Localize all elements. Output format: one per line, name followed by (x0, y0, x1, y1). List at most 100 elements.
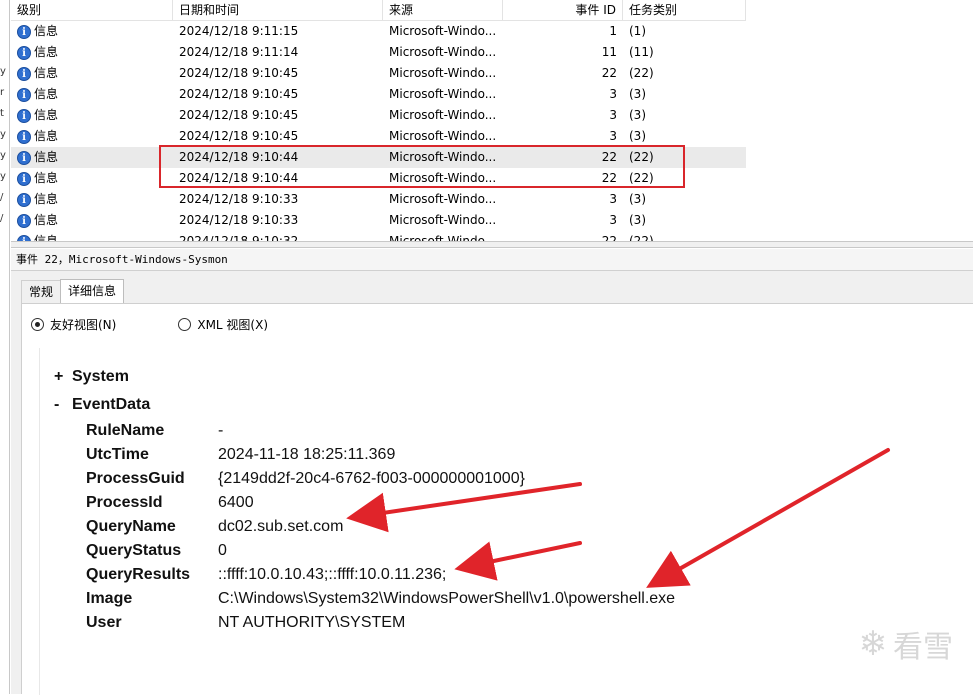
column-header-date[interactable]: 日期和时间 (173, 0, 383, 21)
cell-task: (3) (629, 129, 646, 143)
cell-task: (22) (629, 234, 654, 241)
pane-splitter[interactable] (11, 241, 973, 248)
level-text: 信息 (34, 45, 59, 59)
cell-date: 2024/12/18 9:10:45 (179, 129, 299, 143)
highlight-box (159, 145, 685, 188)
tab-details[interactable]: 详细信息 (60, 279, 125, 304)
column-header-task[interactable]: 任务类别 (623, 0, 746, 21)
level-text: 信息 (34, 87, 59, 101)
cell-source: Microsoft-Windo... (389, 87, 497, 101)
event-rows: i 信息 2024/12/18 9:11:15 Microsoft-Windo... 1… (11, 21, 746, 241)
cell-event-id: 11 (601, 45, 617, 59)
field-row: Image C:\Windows\System32\WindowsPowerShe… (86, 590, 675, 614)
cell-level: i信息 (11, 147, 173, 168)
cell-task: (22) (629, 66, 654, 80)
friendly-view: + System - EventData RuleName - UtcTime 2024-… (39, 348, 973, 695)
info-icon: i (17, 150, 31, 165)
info-icon: i (17, 171, 31, 186)
field-key: QueryName (86, 518, 176, 535)
cell-task: (3) (629, 108, 646, 122)
level-text: 信息 (34, 150, 59, 164)
column-header-event-id[interactable]: 事件 ID (503, 0, 623, 21)
radio-friendly-label: 友好视图(N) (50, 317, 117, 332)
eventdata-label: EventData (72, 396, 151, 413)
field-row: ProcessId 6400 (86, 494, 254, 518)
level-text: 信息 (34, 234, 59, 241)
cell-source: Microsoft-Windo... (389, 66, 497, 80)
table-row[interactable]: i 信息 2024/12/18 9:11:15 Microsoft-Windo... 1… (11, 21, 746, 42)
radio-friendly-view[interactable]: 友好视图(N) (31, 316, 116, 333)
tab-general[interactable]: 常规 (21, 280, 62, 304)
cell-source: Microsoft-Windo... (389, 234, 497, 241)
edge-glyph: y (0, 66, 6, 77)
radio-unselected-icon (178, 317, 192, 331)
field-key: ProcessId (86, 494, 163, 511)
radio-xml-view[interactable]: XML 视图(X) (178, 316, 268, 333)
cell-event-id: 22 (601, 66, 617, 80)
collapse-icon[interactable]: - (54, 396, 72, 414)
view-mode-radios: 友好视图(N) XML 视图(X) (31, 314, 330, 334)
system-label: System (72, 368, 129, 385)
edge-glyph: / (0, 192, 4, 203)
tab-body: 友好视图(N) XML 视图(X) + System - EventData Rul… (21, 303, 973, 695)
cell-level: i信息 (11, 105, 173, 126)
table-row[interactable]: i 信息 2024/12/18 9:10:45 Microsoft-Windo... 2… (11, 63, 746, 84)
field-value: 0 (218, 542, 227, 559)
column-header-level[interactable]: 级别 (11, 0, 173, 21)
cell-task: (1) (629, 24, 646, 38)
field-value: dc02.sub.set.com (218, 518, 344, 535)
level-text: 信息 (34, 192, 59, 206)
cell-level: i信息 (11, 189, 173, 210)
cell-date: 2024/12/18 9:10:32 (179, 234, 299, 241)
expand-icon[interactable]: + (54, 368, 72, 386)
field-row: QueryStatus 0 (86, 542, 227, 566)
cell-date: 2024/12/18 9:10:45 (179, 87, 299, 101)
table-row[interactable]: i 信息 2024/12/18 9:10:45 Microsoft-Windo... 3… (11, 105, 746, 126)
edge-glyph: t (0, 108, 4, 119)
details-tabs: 常规 详细信息 (21, 279, 125, 304)
cell-task: (11) (629, 45, 654, 59)
info-icon: i (17, 66, 31, 81)
table-row[interactable]: i 信息 2024/12/18 9:10:45 Microsoft-Windo... 3… (11, 84, 746, 105)
field-row: RuleName - (86, 422, 223, 446)
cell-date: 2024/12/18 9:11:14 (179, 45, 299, 59)
info-icon: i (17, 129, 31, 144)
field-key: RuleName (86, 422, 165, 439)
cell-level: i信息 (11, 231, 173, 241)
table-row[interactable]: i 信息 2024/12/18 9:10:33 Microsoft-Windo... 3… (11, 210, 746, 231)
cell-level: i信息 (11, 84, 173, 105)
field-row: QueryName dc02.sub.set.com (86, 518, 343, 542)
field-key: ProcessGuid (86, 470, 185, 487)
edge-glyph: r (0, 87, 5, 98)
cell-date: 2024/12/18 9:10:33 (179, 213, 299, 227)
level-text: 信息 (34, 24, 59, 38)
snowflake-icon: ❄ (858, 624, 888, 664)
cell-date: 2024/12/18 9:11:15 (179, 24, 299, 38)
left-panel-edge: y r t y y y / / (0, 0, 10, 694)
table-row[interactable]: i 信息 2024/12/18 9:10:45 Microsoft-Windo... 3… (11, 126, 746, 147)
field-key: Image (86, 590, 133, 607)
table-row[interactable]: i 信息 2024/12/18 9:10:33 Microsoft-Windo... 3… (11, 189, 746, 210)
cell-event-id: 3 (609, 108, 617, 122)
field-value: C:\Windows\System32\WindowsPowerShell\v1… (218, 590, 676, 607)
info-icon: i (17, 45, 31, 60)
event-list[interactable]: 级别 日期和时间 来源 事件 ID 任务类别 i 信息 2024/12/18 9:1… (11, 0, 973, 241)
cell-source: Microsoft-Windo... (389, 192, 497, 206)
edge-glyph: y (0, 129, 6, 140)
field-value: {2149dd2f-20c4-6762-f003-000000001000} (218, 470, 525, 487)
table-row[interactable]: i信息 2024/12/18 9:10:32 Microsoft-Windo... 2… (11, 231, 746, 241)
cell-event-id: 3 (609, 87, 617, 101)
cell-event-id: 1 (609, 24, 617, 38)
cell-source: Microsoft-Windo... (389, 129, 497, 143)
level-text: 信息 (34, 108, 59, 122)
eventdata-section[interactable]: - EventData (54, 396, 150, 414)
column-header-source[interactable]: 来源 (383, 0, 503, 21)
system-section[interactable]: + System (54, 368, 129, 386)
cell-source: Microsoft-Windo... (389, 24, 497, 38)
details-pane: 常规 详细信息 友好视图(N) XML 视图(X) + System - Event… (11, 271, 973, 695)
level-text: 信息 (34, 171, 59, 185)
cell-source: Microsoft-Windo... (389, 213, 497, 227)
field-key: QueryStatus (86, 542, 182, 559)
table-row[interactable]: i 信息 2024/12/18 9:11:14 Microsoft-Windo... 1… (11, 42, 746, 63)
cell-source: Microsoft-Windo... (389, 108, 497, 122)
